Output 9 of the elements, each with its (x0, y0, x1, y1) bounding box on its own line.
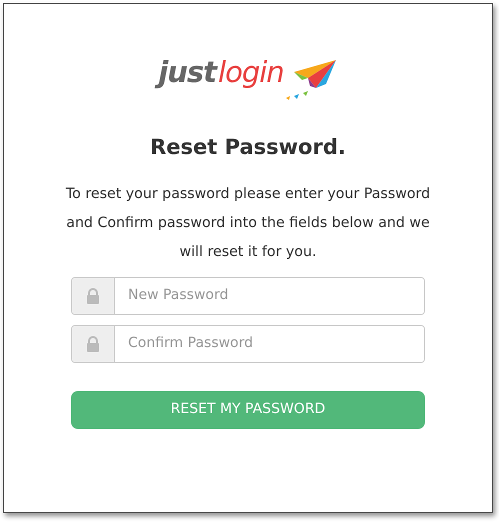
password-field[interactable]: Confirm Password (71, 324, 425, 362)
logo-text: login (218, 58, 284, 87)
page-title: Reset Password. (149, 134, 347, 161)
lock-icon (86, 288, 100, 304)
instructions-text: To reset your password please enter your Password and Confirm password into the fields below and we will reset it for you. (64, 184, 432, 262)
password-field[interactable]: New Password (71, 276, 425, 314)
reset-password-button[interactable]: RESET MY PASSWORD (71, 390, 425, 428)
lock-icon (86, 336, 100, 352)
paper-plane-icon (286, 58, 338, 102)
